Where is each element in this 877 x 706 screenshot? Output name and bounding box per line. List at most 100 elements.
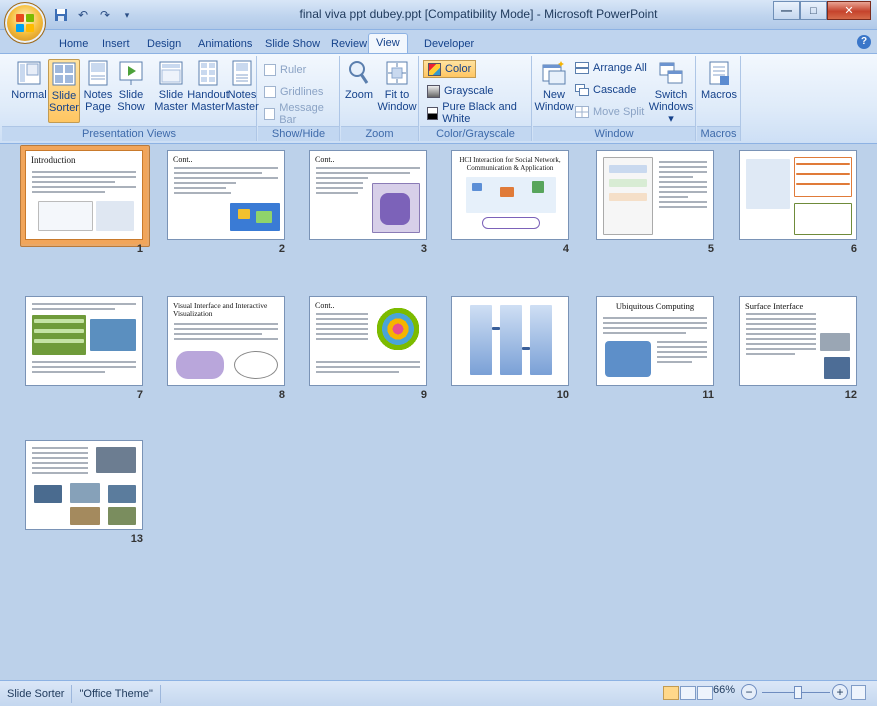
slide-thumbnail[interactable]: Introduction 1 (20, 145, 150, 258)
tab-animations[interactable]: Animations (196, 35, 254, 54)
color-button[interactable]: Color (423, 60, 477, 78)
slide-thumbnail[interactable]: Surface Interface 12 (739, 296, 857, 404)
slide-thumbnail[interactable]: 5 (596, 150, 714, 258)
grayscale-button[interactable]: Grayscale (427, 83, 494, 99)
slide-10[interactable] (451, 296, 569, 386)
slide-sorter-pane[interactable]: Introduction 1 Cont.. 2 Cont.. 3 HCI Int… (0, 144, 877, 680)
status-view-name: Slide Sorter (0, 684, 73, 703)
fit-to-window-icon (386, 61, 408, 85)
fit-to-window-button[interactable]: Fit to Window (377, 59, 417, 113)
slide-thumbnail[interactable]: 13 (25, 440, 143, 548)
help-icon[interactable]: ? (857, 35, 871, 49)
tab-developer[interactable]: Developer (422, 35, 476, 54)
new-window-button[interactable]: New Window (534, 59, 574, 113)
slide-5[interactable] (596, 150, 714, 240)
slide-thumbnail[interactable]: Cont.. 9 (309, 296, 427, 404)
minimize-button[interactable]: — (773, 1, 800, 20)
slide-11[interactable]: Ubiquitous Computing (596, 296, 714, 386)
chevron-down-icon[interactable]: ▾ (118, 6, 136, 24)
office-logo-icon (16, 14, 34, 32)
slide-thumbnail[interactable]: HCI Interaction for Social Network, Comm… (451, 150, 569, 258)
switch-windows-icon (659, 62, 683, 84)
zoom-out-button[interactable]: − (741, 684, 757, 700)
group-color-grayscale: Color Grayscale Pure Black and White Col… (420, 56, 532, 141)
undo-icon[interactable]: ↶ (74, 6, 92, 24)
slide-number: 13 (130, 533, 143, 545)
slide-sorter-view-icon[interactable] (680, 686, 696, 700)
tab-design[interactable]: Design (145, 35, 183, 54)
slide-8[interactable]: Visual Interface and Interactive Visuali… (167, 296, 285, 386)
ribbon: Normal Slide Sorter Notes Page Slide Sho… (0, 53, 877, 144)
gridlines-check-icon (264, 86, 276, 98)
slide-show-button[interactable]: Slide Show (116, 59, 146, 113)
slide-master-button[interactable]: Slide Master (154, 59, 188, 113)
slide-7[interactable] (25, 296, 143, 386)
save-icon[interactable] (52, 6, 70, 24)
slide-number: 10 (556, 389, 569, 401)
arrange-all-icon (575, 62, 589, 74)
tab-view[interactable]: View (368, 33, 408, 54)
zoom-level[interactable]: 66% (713, 684, 735, 696)
gridlines-checkbox[interactable]: Gridlines (264, 84, 323, 100)
notes-master-icon (232, 60, 252, 86)
group-label-zoom: Zoom (341, 126, 418, 141)
group-label-presentation-views: Presentation Views (2, 126, 256, 141)
normal-view-icon[interactable] (663, 686, 679, 700)
slide-12[interactable]: Surface Interface (739, 296, 857, 386)
tab-slide-show[interactable]: Slide Show (263, 35, 322, 54)
group-label-window: Window (533, 126, 695, 141)
tab-review[interactable]: Review (329, 35, 369, 54)
grayscale-swatch-icon (427, 84, 440, 98)
slide-thumbnail[interactable]: Visual Interface and Interactive Visuali… (167, 296, 285, 404)
move-split-button[interactable]: Move Split (575, 104, 644, 120)
slide-number: 1 (136, 243, 143, 255)
slide-6[interactable] (739, 150, 857, 240)
notes-page-button[interactable]: Notes Page (82, 59, 114, 113)
new-window-icon (542, 61, 566, 85)
redo-icon[interactable]: ↷ (96, 6, 114, 24)
slide-2[interactable]: Cont.. (167, 150, 285, 240)
status-theme-name[interactable]: "Office Theme" (72, 684, 161, 703)
slide-13[interactable] (25, 440, 143, 530)
slide-4[interactable]: HCI Interaction for Social Network, Comm… (451, 150, 569, 240)
arrange-all-button[interactable]: Arrange All (575, 60, 647, 76)
slide-thumbnail[interactable]: 6 (739, 150, 857, 258)
tab-home[interactable]: Home (57, 35, 90, 54)
close-button[interactable]: ✕ (827, 1, 871, 20)
fit-slide-icon[interactable] (851, 685, 866, 700)
group-window: New Window Arrange All Cascade Move Spli… (533, 56, 696, 141)
tab-insert[interactable]: Insert (100, 35, 132, 54)
slide-number: 3 (420, 243, 427, 255)
slide-3[interactable]: Cont.. (309, 150, 427, 240)
slide-number: 2 (278, 243, 285, 255)
slide-show-view-icon[interactable] (697, 686, 713, 700)
message-bar-checkbox[interactable]: Message Bar (264, 102, 339, 126)
normal-view-button[interactable]: Normal (11, 59, 47, 101)
slide-thumbnail[interactable]: 7 (25, 296, 143, 404)
zoom-button[interactable]: Zoom (343, 59, 375, 101)
slide-thumbnail[interactable]: 10 (451, 296, 569, 404)
office-button[interactable] (4, 2, 46, 44)
ruler-checkbox[interactable]: Ruler (264, 62, 306, 78)
slide-thumbnail[interactable]: Cont.. 3 (309, 150, 427, 258)
handout-master-button[interactable]: Handout Master (187, 59, 229, 113)
powerpoint-window: ↶ ↷ ▾ final viva ppt dubey.ppt [Compatib… (0, 0, 877, 706)
group-presentation-views: Normal Slide Sorter Notes Page Slide Sho… (2, 56, 259, 141)
notes-master-button[interactable]: Notes Master (225, 59, 259, 113)
window-title: final viva ppt dubey.ppt [Compatibility … (299, 7, 658, 21)
magnifier-icon (349, 61, 369, 84)
slide-9[interactable]: Cont.. (309, 296, 427, 386)
slide-1[interactable]: Introduction (21, 146, 147, 244)
slide-sorter-button[interactable]: Slide Sorter (48, 59, 80, 123)
zoom-in-button[interactable]: + (832, 684, 848, 700)
slide-thumbnail[interactable]: Cont.. 2 (167, 150, 285, 258)
macros-button[interactable]: Macros (699, 59, 739, 101)
cascade-button[interactable]: Cascade (575, 82, 636, 98)
zoom-slider-thumb[interactable] (794, 686, 802, 699)
maximize-button[interactable]: □ (800, 1, 827, 20)
pure-black-white-button[interactable]: Pure Black and White (427, 101, 531, 125)
slide-thumbnail[interactable]: Ubiquitous Computing 11 (596, 296, 714, 404)
macros-icon (709, 61, 729, 85)
switch-windows-button[interactable]: Switch Windows ▾ (649, 59, 693, 125)
slide-number: 4 (562, 243, 569, 255)
